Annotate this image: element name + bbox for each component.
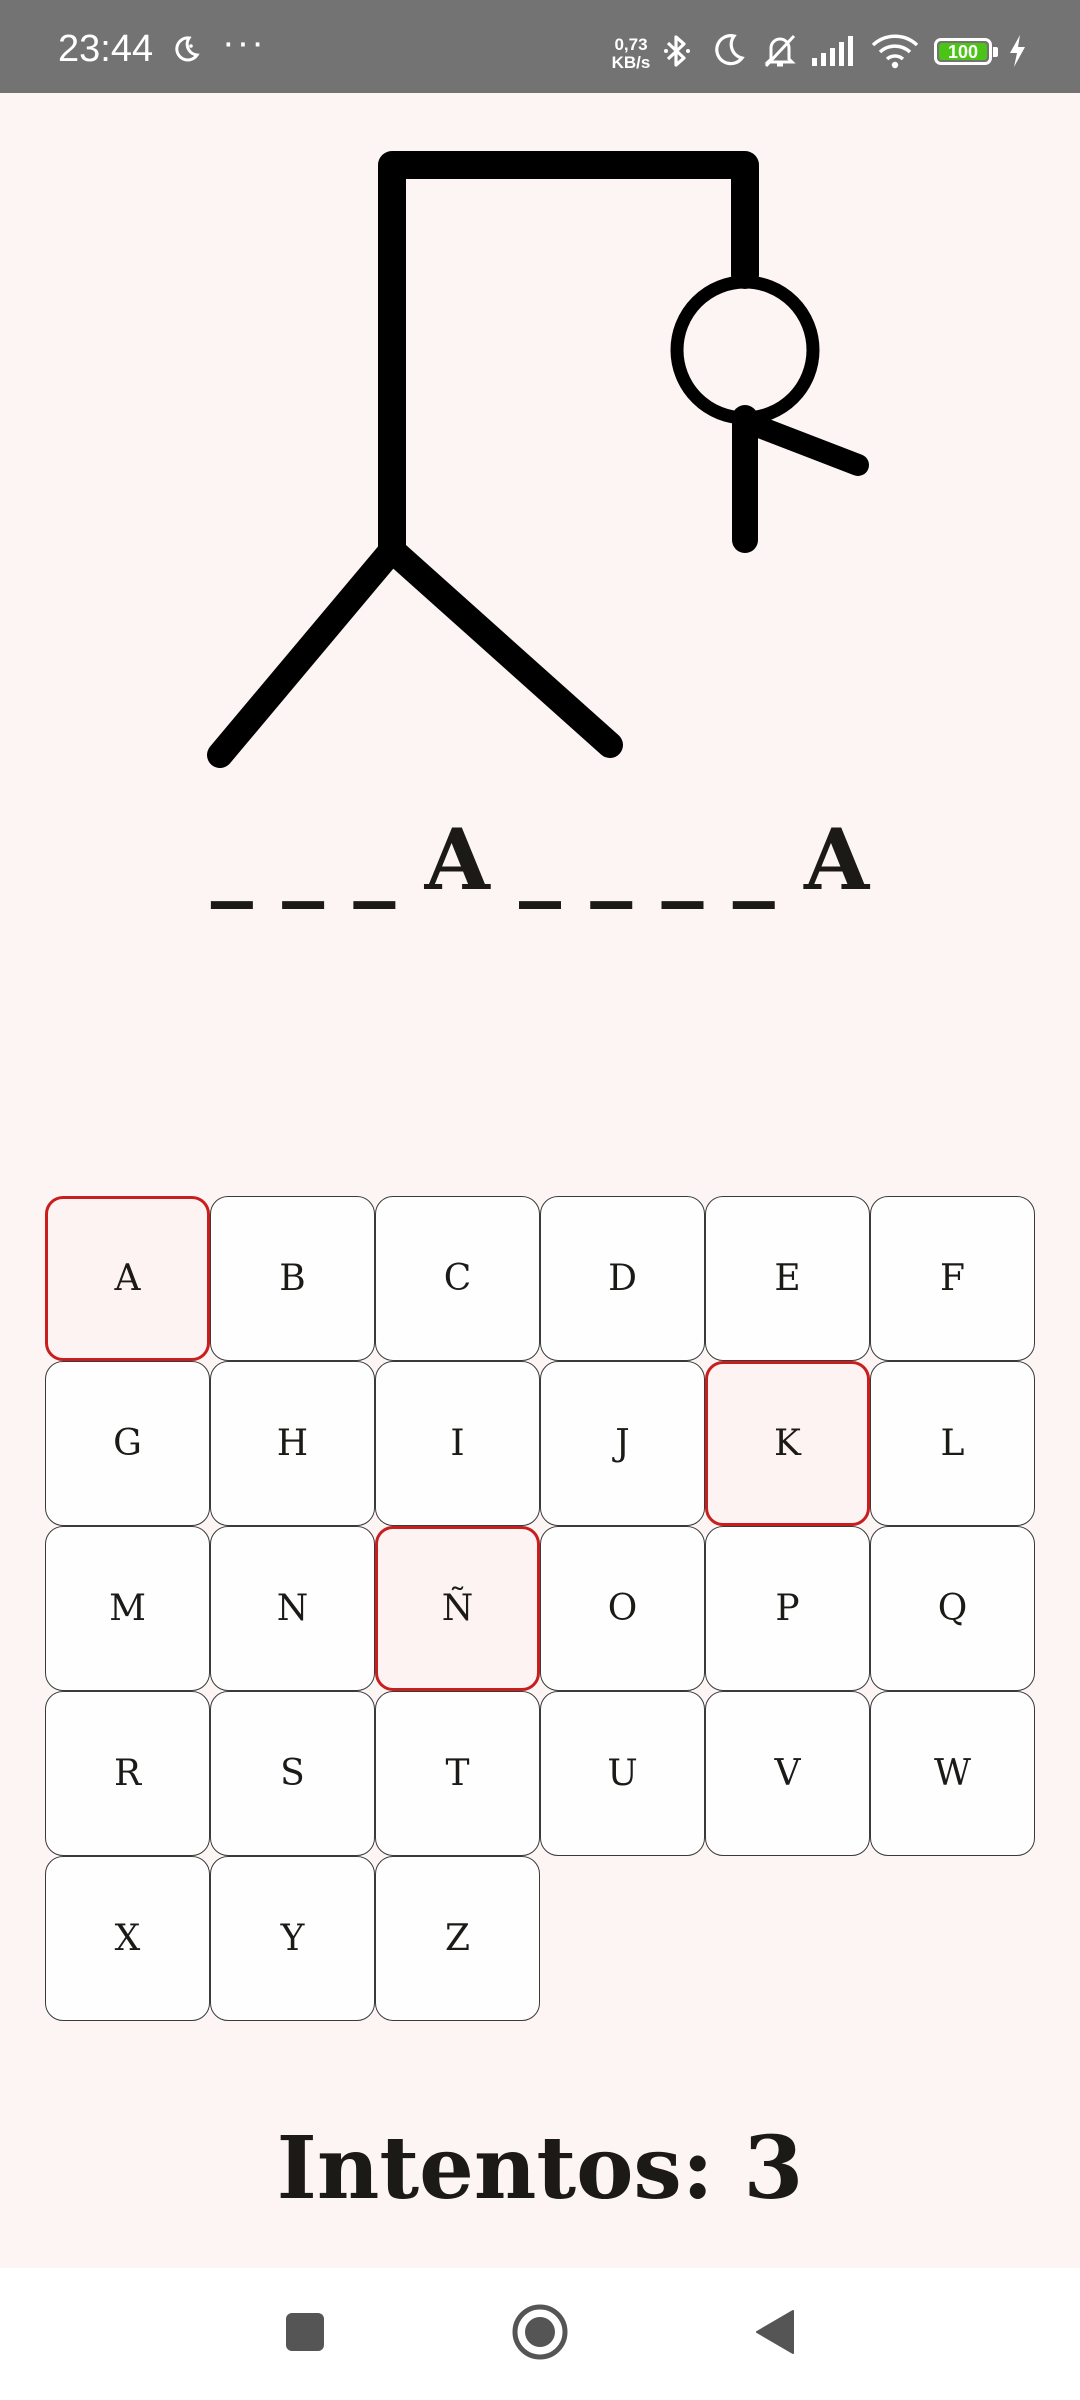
key-a[interactable]: A <box>45 1196 210 1361</box>
home-button[interactable] <box>500 2268 580 2400</box>
status-time: 23:44 <box>58 28 154 70</box>
recents-button[interactable] <box>265 2268 345 2400</box>
signal-icon <box>810 32 858 75</box>
hangman-drawing <box>190 140 890 780</box>
moon-icon <box>170 34 200 69</box>
key-c[interactable]: C <box>375 1196 540 1361</box>
hangman-head <box>670 275 820 425</box>
key-z[interactable]: Z <box>375 1856 540 2021</box>
key-l[interactable]: L <box>870 1361 1035 1526</box>
home-circle-icon <box>511 2303 569 2366</box>
gallows-pole <box>378 151 759 564</box>
square-icon <box>285 2312 325 2357</box>
back-triangle-icon <box>755 2309 795 2360</box>
network-speed: 0,73 KB/s <box>611 35 651 72</box>
key-ñ[interactable]: Ñ <box>375 1526 540 1691</box>
charging-icon <box>1006 32 1028 75</box>
key-o[interactable]: O <box>540 1526 705 1691</box>
key-i[interactable]: I <box>375 1361 540 1526</box>
key-v[interactable]: V <box>705 1691 870 1856</box>
status-bar: 23:44 ··· 0,73 KB/s 100 <box>0 0 1080 93</box>
key-n[interactable]: N <box>210 1526 375 1691</box>
back-button[interactable] <box>735 2268 815 2400</box>
gallows-base-left <box>207 537 405 768</box>
key-u[interactable]: U <box>540 1691 705 1856</box>
word-display: _ _ _ A _ _ _ _ A <box>210 810 870 909</box>
more-icon: ··· <box>222 22 266 64</box>
key-k[interactable]: K <box>705 1361 870 1526</box>
key-r[interactable]: R <box>45 1691 210 1856</box>
navigation-bar <box>0 2268 1080 2400</box>
attempts-counter: Intentos: 3 <box>276 2118 804 2219</box>
key-j[interactable]: J <box>540 1361 705 1526</box>
key-y[interactable]: Y <box>210 1856 375 2021</box>
bluetooth-icon <box>662 32 692 75</box>
key-d[interactable]: D <box>540 1196 705 1361</box>
wifi-icon <box>870 32 920 75</box>
key-s[interactable]: S <box>210 1691 375 1856</box>
letter-keyboard: ABCDEF GHIJKL MNÑOPQ RSTUVW XYZ <box>45 1196 1035 2021</box>
battery-icon: 100 <box>934 38 998 65</box>
key-g[interactable]: G <box>45 1361 210 1526</box>
key-m[interactable]: M <box>45 1526 210 1691</box>
key-p[interactable]: P <box>705 1526 870 1691</box>
key-t[interactable]: T <box>375 1691 540 1856</box>
key-f[interactable]: F <box>870 1196 1035 1361</box>
key-x[interactable]: X <box>45 1856 210 2021</box>
key-b[interactable]: B <box>210 1196 375 1361</box>
hangman-arm <box>751 417 869 476</box>
gallows-base-right <box>379 537 623 758</box>
key-h[interactable]: H <box>210 1361 375 1526</box>
key-w[interactable]: W <box>870 1691 1035 1856</box>
key-e[interactable]: E <box>705 1196 870 1361</box>
do-not-disturb-icon <box>712 32 746 75</box>
key-q[interactable]: Q <box>870 1526 1035 1691</box>
bell-off-icon <box>762 32 798 75</box>
